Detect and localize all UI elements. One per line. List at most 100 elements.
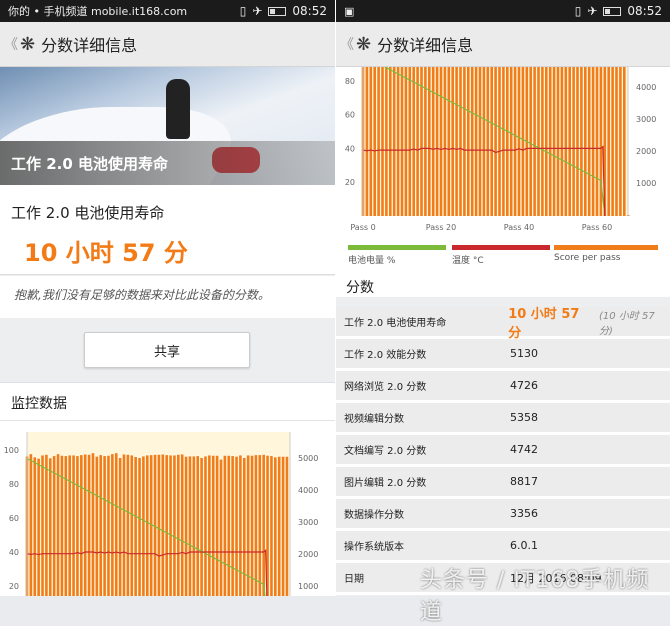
score-bar <box>525 67 529 216</box>
score-bar <box>521 67 525 216</box>
row-value: 4726 <box>510 379 538 392</box>
row-label: 网络浏览 2.0 分数 <box>344 382 427 393</box>
y-right-tick: 3000 <box>636 115 656 124</box>
row-value: 5130 <box>510 347 538 360</box>
score-bar <box>490 67 493 216</box>
score-bar <box>270 456 273 596</box>
score-bar <box>72 455 75 596</box>
score-bar <box>564 67 568 216</box>
score-row: 视频编辑分数 5358 <box>336 403 670 435</box>
status-bar: ▣ ▯ ✈ 08:52 <box>336 0 670 22</box>
score-bar <box>281 456 285 596</box>
score-bar <box>204 456 207 596</box>
plot-area <box>25 432 290 596</box>
legend-label: 温度 °C <box>452 256 484 266</box>
score-row: 操作系统版本 6.0.1 <box>336 531 670 563</box>
score-bar <box>576 67 579 216</box>
score-bar <box>428 67 431 216</box>
score-row: 工作 2.0 电池使用寿命 10 小时 57 分 (10 小时 57 分) <box>336 307 670 341</box>
x-tick: Pass 60 <box>582 223 612 232</box>
y-left-tick: 20 <box>345 178 355 187</box>
y-left-tick: 80 <box>345 77 355 86</box>
row-value: 10 小时 57 分 <box>508 306 580 341</box>
airplane-icon: ✈ <box>587 4 598 18</box>
score-bar <box>165 455 168 596</box>
score-bar <box>373 67 376 216</box>
row-label: 工作 2.0 电池使用寿命 <box>344 318 447 329</box>
score-bar <box>385 67 388 216</box>
score-bar <box>161 454 165 596</box>
score-bar <box>250 455 254 596</box>
vibrate-icon: ▯ <box>574 4 582 18</box>
score-bar <box>208 455 211 596</box>
score-bar <box>95 456 99 596</box>
score-bar <box>231 456 234 596</box>
score-bar <box>177 454 180 596</box>
score-bar <box>227 455 231 596</box>
x-tick: Pass 40 <box>504 223 534 232</box>
score-bar <box>467 67 470 216</box>
score-bar <box>223 455 227 596</box>
score-bar <box>439 67 443 216</box>
score-bar <box>404 67 408 216</box>
score-bar <box>381 67 384 216</box>
score-bar <box>134 457 137 596</box>
score-bar <box>470 67 474 216</box>
score-bar <box>529 67 532 216</box>
score-bar <box>235 456 238 596</box>
score-bar <box>215 455 219 596</box>
legend-label: 电池电量 % <box>348 256 396 266</box>
y-right-tick: 3000 <box>298 518 318 527</box>
score-bar <box>52 456 56 596</box>
score-bar <box>377 67 380 216</box>
y-left-tick: 40 <box>345 144 355 153</box>
y-left-tick: 100 <box>4 446 19 455</box>
score-bar <box>219 459 223 596</box>
score-bar <box>138 458 141 596</box>
score-bar <box>619 67 622 216</box>
score-bar <box>517 67 521 216</box>
score-bar <box>509 67 513 216</box>
score-bar <box>459 67 462 216</box>
scores-heading: 分数 <box>346 280 374 296</box>
score-row: 网络浏览 2.0 分数 4726 <box>336 371 670 403</box>
score-row: 图片编辑 2.0 分数 8817 <box>336 467 670 499</box>
score-bar <box>478 67 482 216</box>
battery-icon <box>603 6 622 16</box>
score-bar <box>580 67 583 216</box>
score-bar <box>184 456 188 596</box>
score-bar <box>188 456 192 596</box>
back-icon[interactable]: 《 <box>340 34 354 54</box>
score-bar <box>111 454 114 596</box>
score-bar <box>37 458 40 596</box>
legend-battery: 电池电量 % <box>348 245 446 266</box>
score-bar <box>76 456 79 596</box>
score-bar <box>486 67 490 216</box>
score-bar <box>68 455 71 596</box>
y-right-tick: 5000 <box>298 454 318 463</box>
score-bar <box>277 456 281 596</box>
score-bar <box>196 456 200 596</box>
score-bar <box>513 67 517 216</box>
score-bar <box>242 458 246 596</box>
score-bar <box>463 67 466 216</box>
y-left-tick: 60 <box>9 514 19 523</box>
score-bar <box>118 458 122 596</box>
score-bar <box>498 67 501 216</box>
score-bar <box>130 455 134 596</box>
score-bar <box>408 67 412 216</box>
y-right-tick: 1000 <box>636 179 656 188</box>
right-screen: 2040608010010002000300040005000Pass 0Pas… <box>335 0 670 596</box>
score-bar <box>192 456 196 596</box>
score-bar <box>560 67 564 216</box>
score-bar <box>80 455 83 596</box>
score-bar <box>107 455 110 596</box>
score-bar <box>157 454 161 596</box>
score-bar <box>451 67 454 216</box>
y-right-tick: 4000 <box>298 486 318 495</box>
score-bar <box>568 67 571 216</box>
score-bar <box>211 455 215 596</box>
score-bar <box>64 456 68 596</box>
legend-temp: 温度 °C <box>452 245 550 266</box>
app-header: 《 ❋ 分数详细信息 <box>336 22 670 67</box>
